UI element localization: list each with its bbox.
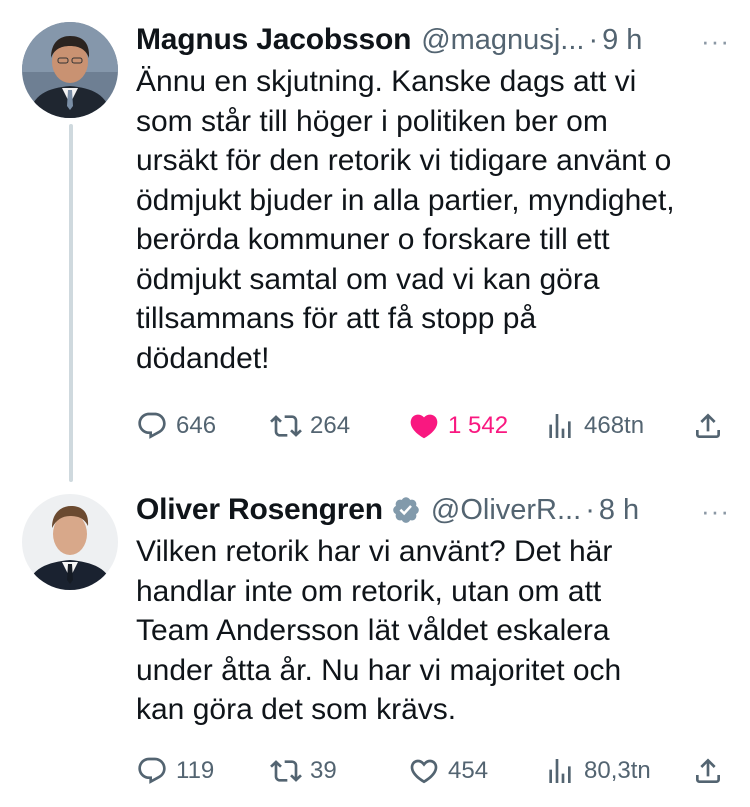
retweet-button[interactable]: 39 — [270, 751, 337, 791]
views-count: 80,3tn — [584, 757, 651, 784]
tweet-header: Magnus Jacobsson @magnusj... · 9 h ··· — [136, 20, 730, 60]
author-name[interactable]: Magnus Jacobsson — [136, 23, 411, 57]
tweet-oliver-rosengren[interactable]: Oliver Rosengren @OliverR... · 8 h ··· V… — [0, 480, 750, 807]
reply-button[interactable]: 646 — [136, 406, 216, 446]
timestamp[interactable]: 9 h — [602, 24, 642, 57]
separator-dot: · — [588, 23, 599, 56]
retweet-count: 264 — [310, 412, 351, 439]
share-icon — [696, 413, 720, 438]
timestamp[interactable]: 8 h — [599, 494, 639, 527]
views-count: 468tn — [584, 412, 645, 439]
retweet-icon — [270, 760, 302, 782]
reply-count: 646 — [176, 412, 217, 439]
views-icon — [549, 414, 571, 438]
like-button[interactable]: 1 542 — [408, 406, 508, 446]
more-icon[interactable]: ··· — [701, 26, 730, 57]
views-icon — [549, 759, 571, 783]
retweet-button[interactable]: 264 — [270, 406, 350, 446]
author-name[interactable]: Oliver Rosengren — [136, 493, 383, 527]
share-button[interactable] — [692, 406, 732, 446]
retweet-icon — [270, 415, 302, 437]
like-count: 1 542 — [448, 412, 509, 439]
like-count: 454 — [448, 757, 489, 784]
avatar[interactable] — [22, 494, 118, 590]
tweet-text: Vilken retorik har vi använt? Det här ha… — [136, 535, 622, 726]
retweet-count: 39 — [310, 757, 337, 784]
avatar[interactable] — [22, 22, 118, 118]
like-button[interactable]: 454 — [408, 751, 488, 791]
tweet-actions: 646 264 1 542 468tn — [136, 406, 728, 446]
author-handle[interactable]: @magnusj... — [421, 24, 584, 57]
share-icon — [696, 758, 720, 783]
author-handle[interactable]: @OliverR... — [431, 494, 581, 527]
like-icon — [410, 414, 438, 439]
tweet-actions: 119 39 454 80,3tn — [136, 751, 728, 791]
share-button[interactable] — [692, 751, 732, 791]
reply-button[interactable]: 119 — [136, 751, 214, 791]
reply-icon — [138, 757, 166, 784]
like-icon — [410, 759, 438, 784]
verified-badge-icon — [393, 497, 419, 523]
views-button[interactable]: 80,3tn — [544, 751, 651, 791]
reply-count: 119 — [176, 757, 215, 784]
tweet-text: Ännu en skjutning. Kanske dags att vi so… — [136, 65, 675, 375]
separator-dot: · — [585, 493, 595, 526]
reply-icon — [138, 412, 166, 439]
tweet-header: Oliver Rosengren @OliverR... · 8 h ··· — [136, 490, 730, 530]
more-icon[interactable]: ··· — [701, 496, 730, 527]
tweet-magnus-jacobsson[interactable]: Magnus Jacobsson @magnusj... · 9 h ··· Ä… — [0, 0, 750, 480]
views-button[interactable]: 468tn — [544, 406, 644, 446]
